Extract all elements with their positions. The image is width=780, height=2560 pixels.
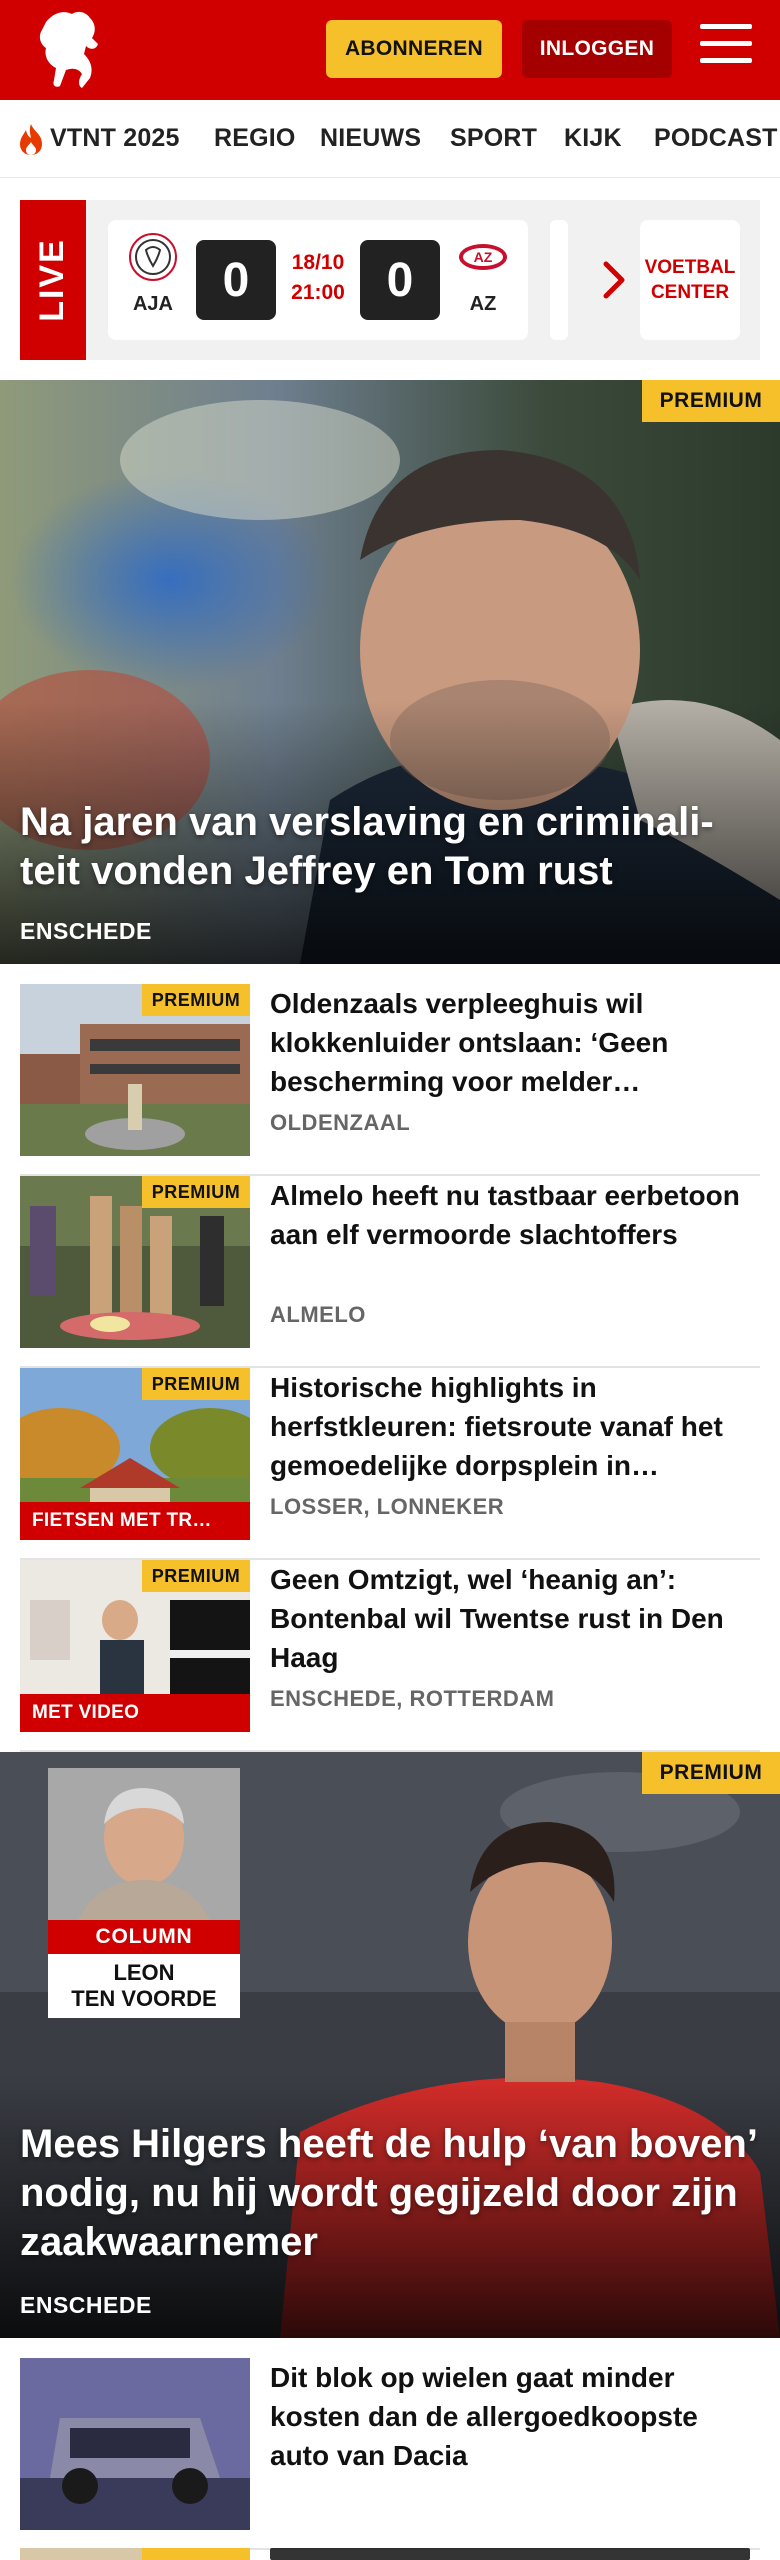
article-thumbnail: PREMIUM FIETSEN MET TR… xyxy=(20,1368,250,1540)
nav-item-vtnt-2025[interactable]: VTNT 2025 xyxy=(50,124,180,153)
premium-badge: PREMIUM xyxy=(642,1752,780,1794)
list-item[interactable]: PREMIUM Almelo heeft nu tastbaar eerbeto… xyxy=(20,1176,760,1368)
columnist-photo xyxy=(48,1768,240,1920)
main-nav: VTNT 2025 REGIO NIEUWS SPORT KIJK PODCAS… xyxy=(0,100,780,178)
column-label: COLUMN xyxy=(48,1920,240,1954)
home-score: 0 xyxy=(196,240,276,320)
premium-badge-partial xyxy=(142,2548,250,2560)
az-crest-icon: AZ xyxy=(459,244,507,270)
series-tag: FIETSEN MET TR… xyxy=(20,1502,250,1540)
home-team: AJA xyxy=(118,232,188,316)
hero-1-title[interactable]: Na jaren van verslaving en criminali-tei… xyxy=(20,798,756,896)
home-team-abbr: AJA xyxy=(132,293,173,315)
columnist-last-name: TEN VOORDE xyxy=(71,1986,217,2011)
match-card-partial[interactable] xyxy=(550,220,568,340)
video-tag: MET VIDEO xyxy=(20,1694,250,1732)
premium-badge: PREMIUM xyxy=(142,1560,250,1592)
columnist-name: LEON TEN VOORDE xyxy=(48,1954,240,2018)
match-card[interactable]: AJA 0 18/10 21:00 0 AZ AZ xyxy=(108,220,528,340)
hero-article-1[interactable]: PREMIUM Na jaren van verslaving en crimi… xyxy=(0,380,780,964)
car-photo xyxy=(20,2358,250,2530)
article-location: LOSSER, LONNEKER xyxy=(270,1494,505,1519)
article-title[interactable]: Oldenzaals verpleeghuis wil klokkenluide… xyxy=(270,984,750,1101)
chevron-right-icon[interactable] xyxy=(594,258,634,302)
flame-icon xyxy=(20,124,42,155)
svg-text:AZ: AZ xyxy=(474,249,493,265)
nav-item-podcast[interactable]: PODCAST xyxy=(654,124,778,153)
article-title[interactable]: Geen Omtzigt, wel ‘heanig an’: Bontenbal… xyxy=(270,1560,750,1677)
premium-badge: PREMIUM xyxy=(642,380,780,422)
twente-horse-logo-icon[interactable] xyxy=(34,8,106,92)
article-title[interactable]: Historische highlights in herfstkleuren:… xyxy=(270,1368,750,1485)
ajax-crest-icon xyxy=(129,233,177,281)
match-kickoff: 18/10 21:00 xyxy=(278,248,358,308)
nav-item-regio[interactable]: REGIO xyxy=(214,124,296,153)
article-location: ENSCHEDE, ROTTERDAM xyxy=(270,1686,555,1711)
voetbal-center-button[interactable]: VOETBAL CENTER xyxy=(640,220,740,340)
match-time: 21:00 xyxy=(291,281,345,304)
nav-item-sport[interactable]: SPORT xyxy=(450,124,537,153)
article-location: OLDENZAAL xyxy=(270,1110,411,1135)
live-scores-strip: LIVE AJA 0 18/10 21:00 0 AZ AZ VOETBAL C… xyxy=(20,200,760,360)
column-badge: COLUMN LEON TEN VOORDE xyxy=(48,1768,240,2018)
match-date: 18/10 xyxy=(291,251,345,274)
premium-badge: PREMIUM xyxy=(142,1368,250,1400)
live-badge: LIVE xyxy=(20,200,86,360)
live-label: LIVE xyxy=(33,238,71,322)
hero-2-title[interactable]: Mees Hilgers heeft de hulp ‘van boven’ n… xyxy=(20,2120,756,2267)
list-item[interactable]: PREMIUM FIETSEN MET TR… Historische high… xyxy=(20,1368,760,1560)
nav-item-nieuws[interactable]: NIEUWS xyxy=(320,124,421,153)
list-item[interactable]: Dit blok op wielen gaat minder kosten da… xyxy=(20,2358,760,2550)
hero-article-2[interactable]: PREMIUM COLUMN LEON TEN VOORDE Mees Hilg… xyxy=(0,1752,780,2338)
article-title-partial[interactable] xyxy=(270,2548,750,2560)
subscribe-button[interactable]: ABONNEREN xyxy=(326,20,502,78)
hamburger-menu-icon[interactable] xyxy=(700,24,752,70)
article-thumbnail: PREMIUM xyxy=(20,984,250,1156)
login-button[interactable]: INLOGGEN xyxy=(522,20,672,78)
article-thumbnail xyxy=(20,2358,250,2530)
article-thumbnail: PREMIUM xyxy=(20,1176,250,1348)
premium-badge: PREMIUM xyxy=(142,1176,250,1208)
article-title[interactable]: Almelo heeft nu tastbaar eerbetoon aan e… xyxy=(270,1176,750,1293)
site-header: ABONNEREN INLOGGEN xyxy=(0,0,780,100)
columnist-first-name: LEON xyxy=(113,1960,175,1985)
article-location: ALMELO xyxy=(270,1302,366,1327)
away-team-abbr: AZ xyxy=(469,293,497,315)
hero-1-location: ENSCHEDE xyxy=(20,918,152,944)
away-score: 0 xyxy=(360,240,440,320)
list-item[interactable]: PREMIUM MET VIDEO Geen Omtzigt, wel ‘hea… xyxy=(20,1560,760,1752)
hero-2-location: ENSCHEDE xyxy=(20,2292,152,2318)
article-thumbnail: PREMIUM MET VIDEO xyxy=(20,1560,250,1732)
list-item[interactable]: PREMIUM Oldenzaals verpleeghuis wil klok… xyxy=(20,984,760,1176)
away-team: AZ AZ xyxy=(448,232,518,316)
premium-badge: PREMIUM xyxy=(142,984,250,1016)
list-item-partial[interactable] xyxy=(20,2548,250,2560)
article-title[interactable]: Dit blok op wielen gaat minder kosten da… xyxy=(270,2358,750,2475)
nav-item-kijk[interactable]: KIJK xyxy=(564,124,622,153)
